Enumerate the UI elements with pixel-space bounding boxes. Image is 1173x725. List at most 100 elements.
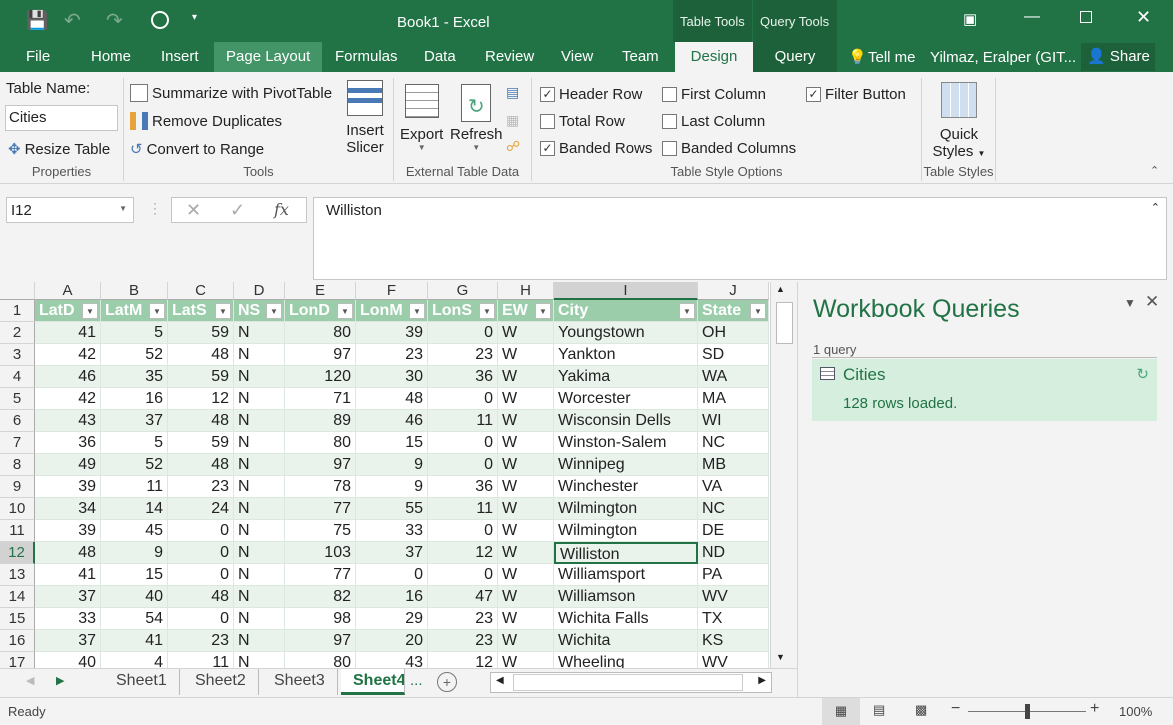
cell[interactable]: 41 xyxy=(101,630,168,652)
cell[interactable]: 29 xyxy=(356,608,428,630)
cell[interactable]: 23 xyxy=(356,344,428,366)
cell[interactable]: N xyxy=(234,454,285,476)
cell[interactable]: 39 xyxy=(35,520,101,542)
cell[interactable]: N xyxy=(234,476,285,498)
cell[interactable]: 9 xyxy=(356,454,428,476)
collapse-ribbon-icon[interactable]: ⌃ xyxy=(1150,164,1159,177)
cell[interactable]: 71 xyxy=(285,388,356,410)
zoom-level[interactable]: 100% xyxy=(1119,704,1152,719)
h-scroll-thumb[interactable] xyxy=(513,674,743,691)
column-header-F[interactable]: F xyxy=(356,282,428,300)
cell[interactable]: 80 xyxy=(285,432,356,454)
cell[interactable]: 98 xyxy=(285,608,356,630)
insert-slicer-button[interactable]: Insert Slicer xyxy=(342,80,388,156)
page-layout-view-icon[interactable]: ▤ xyxy=(873,702,885,718)
column-header-G[interactable]: G xyxy=(428,282,498,300)
cell[interactable]: 14 xyxy=(101,498,168,520)
tab-data[interactable]: Data xyxy=(412,42,468,72)
filter-dropdown-icon[interactable]: ▼ xyxy=(750,303,766,319)
filter-dropdown-icon[interactable]: ▼ xyxy=(82,303,98,319)
cell[interactable]: 9 xyxy=(101,542,168,564)
cell[interactable]: W xyxy=(498,344,554,366)
cell[interactable]: W xyxy=(498,586,554,608)
undo-icon[interactable]: ↶ xyxy=(64,8,81,33)
cell[interactable]: 23 xyxy=(168,630,234,652)
cell[interactable]: 16 xyxy=(356,586,428,608)
cell[interactable]: 36 xyxy=(35,432,101,454)
cell[interactable]: W xyxy=(498,630,554,652)
cell[interactable]: W xyxy=(498,476,554,498)
cell[interactable]: N xyxy=(234,520,285,542)
tab-design[interactable]: Design xyxy=(675,42,753,72)
cell[interactable]: PA xyxy=(698,564,769,586)
tab-review[interactable]: Review xyxy=(473,42,546,72)
checkbox[interactable]: ✓ xyxy=(540,87,555,102)
cell[interactable]: 11 xyxy=(428,410,498,432)
cell[interactable]: W xyxy=(498,652,554,668)
row-header[interactable]: 2 xyxy=(0,322,35,344)
zoom-in-icon[interactable]: + xyxy=(1090,700,1099,718)
cell[interactable]: 97 xyxy=(285,630,356,652)
maximize-icon[interactable] xyxy=(1080,11,1092,23)
cell[interactable]: 0 xyxy=(356,564,428,586)
tab-page-layout[interactable]: Page Layout xyxy=(214,42,323,72)
cell[interactable]: 59 xyxy=(168,366,234,388)
cell[interactable]: W xyxy=(498,608,554,630)
table-header-city[interactable]: City ▼ xyxy=(554,300,698,322)
filter-dropdown-icon[interactable]: ▼ xyxy=(266,303,282,319)
cell[interactable]: 33 xyxy=(356,520,428,542)
cell[interactable]: 15 xyxy=(101,564,168,586)
cell[interactable]: WA xyxy=(698,366,769,388)
cell[interactable]: OH xyxy=(698,322,769,344)
row-header[interactable]: 7 xyxy=(0,432,35,454)
cell[interactable]: N xyxy=(234,432,285,454)
cell[interactable]: 40 xyxy=(101,586,168,608)
table-name-input[interactable]: Cities xyxy=(5,105,118,131)
tab-file[interactable]: File xyxy=(14,42,62,72)
cell[interactable]: Winnipeg xyxy=(554,454,698,476)
refresh-query-icon[interactable]: ↻ xyxy=(1136,365,1149,383)
tab-team[interactable]: Team xyxy=(610,42,671,72)
table-header-latm[interactable]: LatM ▼ xyxy=(101,300,168,322)
cell[interactable]: 12 xyxy=(428,542,498,564)
column-header-B[interactable]: B xyxy=(101,282,168,300)
cell[interactable]: 0 xyxy=(428,564,498,586)
cell[interactable]: Worcester xyxy=(554,388,698,410)
refresh-button[interactable]: ↻ Refresh ▼ xyxy=(450,84,503,152)
row-header[interactable]: 3 xyxy=(0,344,35,366)
cell[interactable]: 97 xyxy=(285,454,356,476)
cell[interactable]: 48 xyxy=(168,454,234,476)
zoom-out-icon[interactable]: − xyxy=(951,700,960,718)
spreadsheet-grid[interactable]: A B C D E F G H I J 1 LatD ▼ LatM ▼ LatS ▼ NS ▼ LonD ▼ LonM ▼ L… xyxy=(0,282,770,668)
customize-toolbar-icon[interactable]: ▾ xyxy=(192,12,197,23)
cell[interactable]: 120 xyxy=(285,366,356,388)
cell[interactable]: 12 xyxy=(168,388,234,410)
cell[interactable]: 5 xyxy=(101,432,168,454)
cell[interactable]: Williamsport xyxy=(554,564,698,586)
new-sheet-icon[interactable]: + xyxy=(437,672,457,692)
cell[interactable]: N xyxy=(234,652,285,668)
table-header-ew[interactable]: EW ▼ xyxy=(498,300,554,322)
row-header[interactable]: 10 xyxy=(0,498,35,520)
cell[interactable]: W xyxy=(498,454,554,476)
cell[interactable]: 48 xyxy=(168,410,234,432)
cell[interactable]: TX xyxy=(698,608,769,630)
pane-close-icon[interactable]: ✕ xyxy=(1145,292,1159,312)
row-header[interactable]: 4 xyxy=(0,366,35,388)
column-header-C[interactable]: C xyxy=(168,282,234,300)
cell[interactable]: 0 xyxy=(428,520,498,542)
cell[interactable]: 41 xyxy=(35,564,101,586)
cell[interactable]: 0 xyxy=(428,388,498,410)
cell[interactable]: Yakima xyxy=(554,366,698,388)
scroll-up-icon[interactable]: ▲ xyxy=(776,284,785,294)
summarize-pivot-button[interactable]: Summarize with PivotTable xyxy=(130,84,332,102)
table-header-state[interactable]: State ▼ xyxy=(698,300,769,322)
cell[interactable]: 0 xyxy=(428,432,498,454)
cell[interactable]: 39 xyxy=(356,322,428,344)
cell[interactable]: 77 xyxy=(285,564,356,586)
cell[interactable]: 42 xyxy=(35,388,101,410)
cell[interactable]: 80 xyxy=(285,322,356,344)
cell[interactable]: W xyxy=(498,564,554,586)
select-all-corner[interactable] xyxy=(0,282,35,300)
column-header-D[interactable]: D xyxy=(234,282,285,300)
